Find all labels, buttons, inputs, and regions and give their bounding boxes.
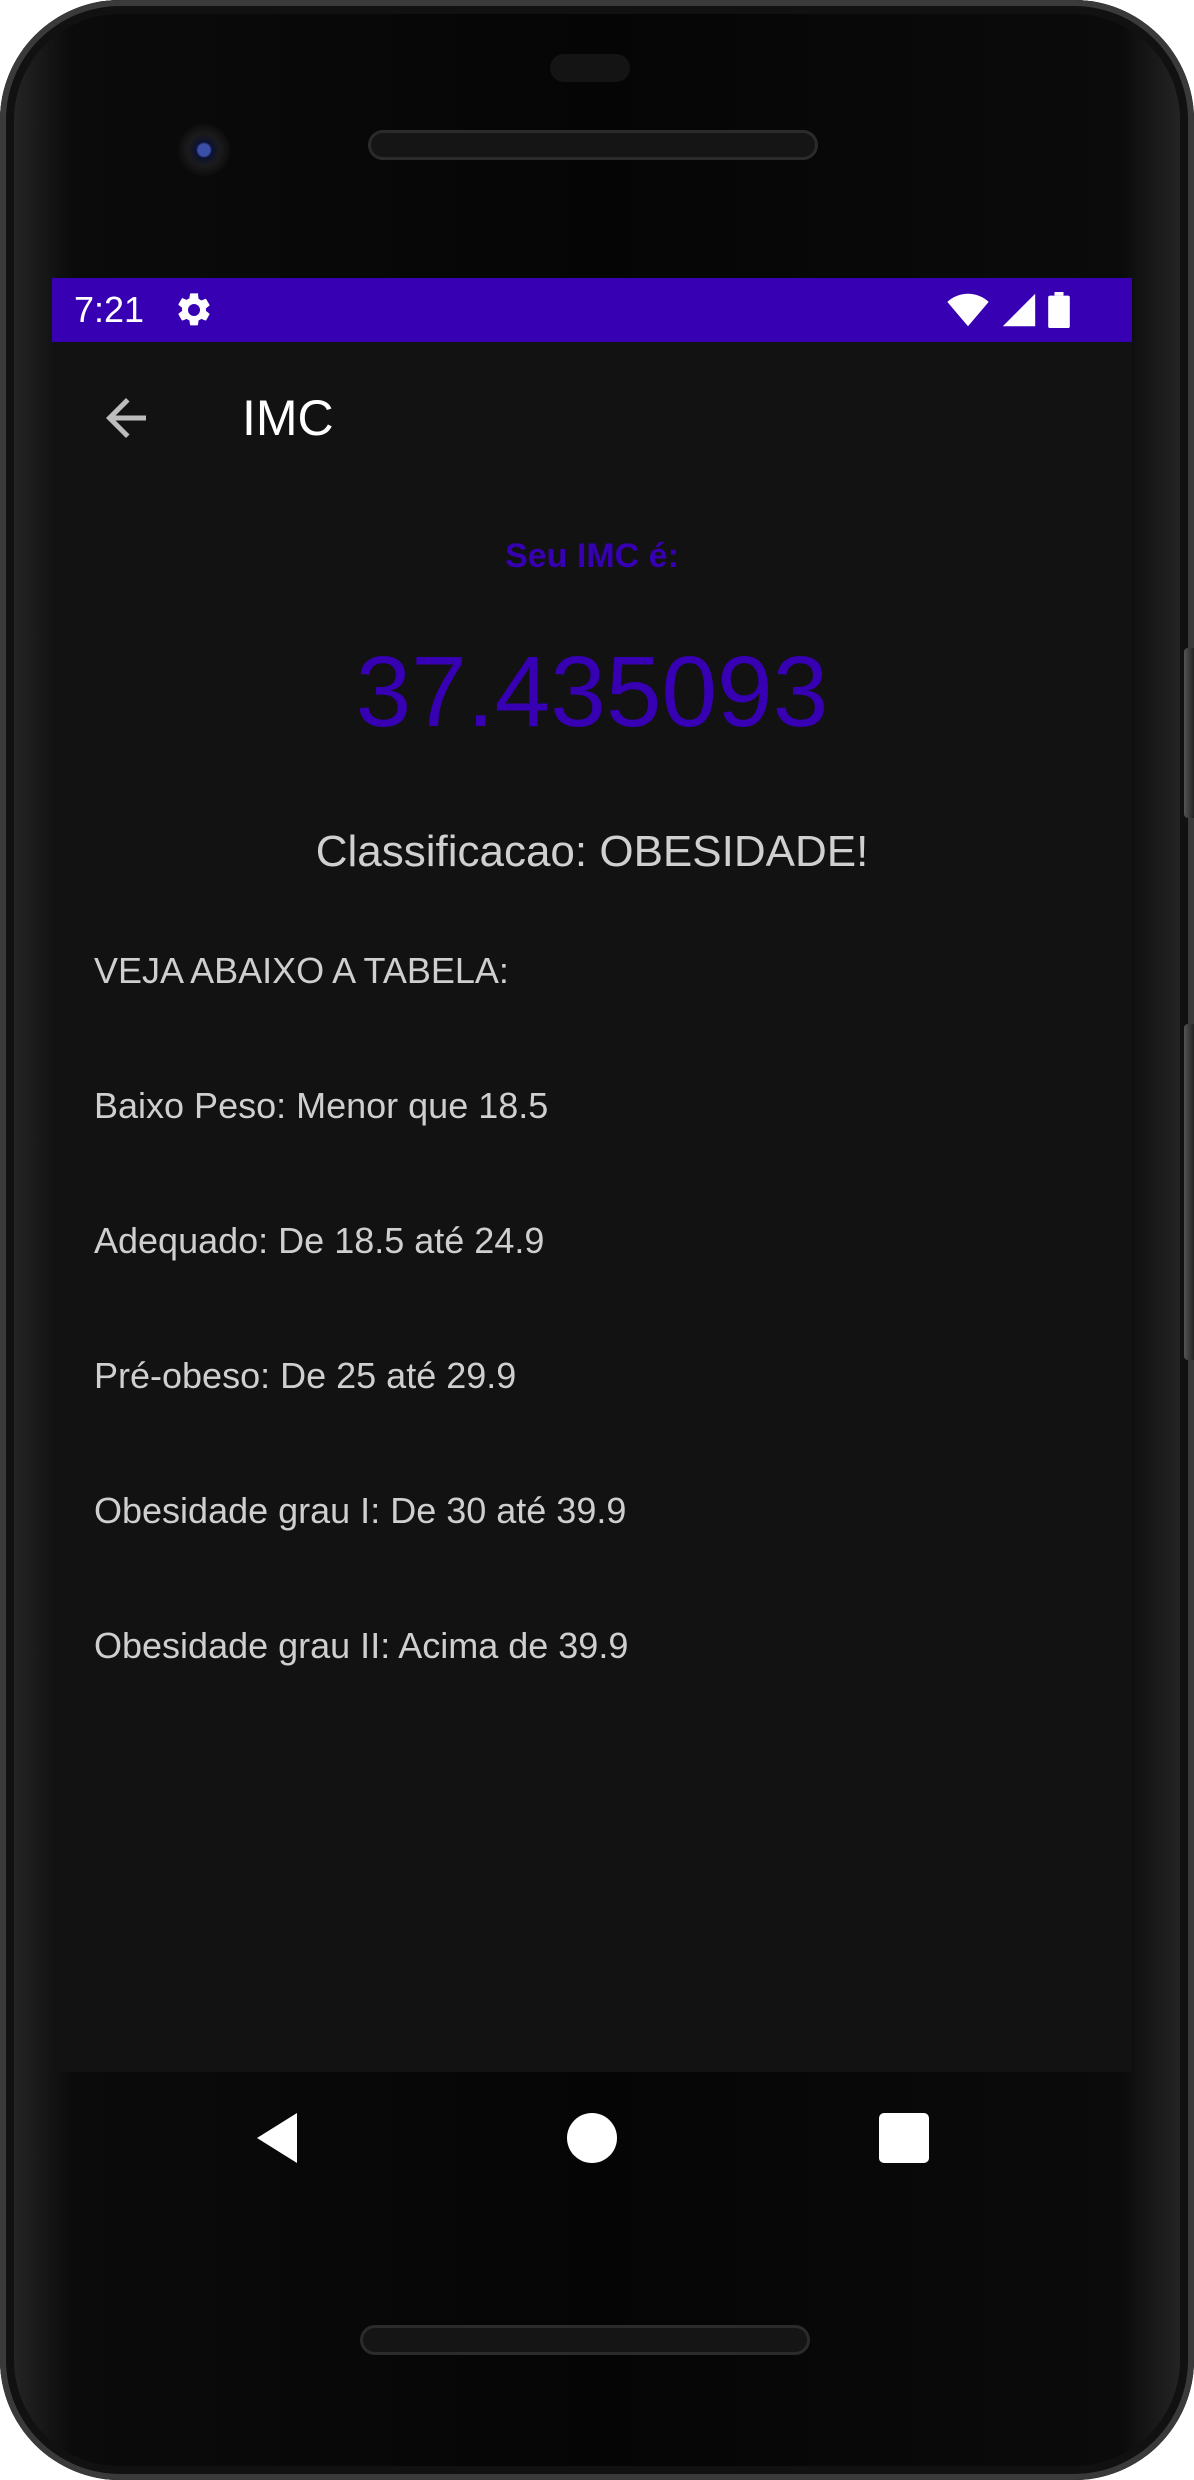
gear-icon xyxy=(178,293,210,326)
table-row: Obesidade grau I: De 30 até 39.9 xyxy=(94,1490,627,1531)
table-row: Obesidade grau II: Acima de 39.9 xyxy=(94,1625,629,1666)
app-title: IMC xyxy=(242,390,334,446)
home-circle-icon[interactable] xyxy=(562,2108,622,2168)
signal-icon xyxy=(1002,293,1036,327)
wifi-icon xyxy=(947,293,989,327)
battery-icon xyxy=(1048,292,1070,328)
front-camera xyxy=(178,124,230,176)
earpiece-speaker xyxy=(368,130,818,160)
table-heading: VEJA ABAIXO A TABELA: xyxy=(94,950,509,991)
status-time: 7:21 xyxy=(74,289,145,330)
screen: 7:21 IMC Seu IMC é: 37.435093 Classifica… xyxy=(52,278,1132,2072)
table-row: Baixo Peso: Menor que 18.5 xyxy=(94,1085,549,1126)
app-bar: IMC xyxy=(52,342,1132,492)
bottom-speaker xyxy=(360,2325,810,2355)
power-button xyxy=(1184,1024,1194,1360)
back-triangle-icon[interactable] xyxy=(252,2108,312,2168)
phone-frame: 7:21 IMC Seu IMC é: 37.435093 Classifica… xyxy=(0,0,1194,2480)
imc-value: 37.435093 xyxy=(355,636,829,748)
volume-button xyxy=(1184,648,1194,818)
sensor-slot xyxy=(550,54,630,82)
status-icons xyxy=(946,290,1070,330)
navigation-bar xyxy=(52,2072,1132,2204)
back-arrow-icon[interactable] xyxy=(96,388,156,448)
table-row: Adequado: De 18.5 até 24.9 xyxy=(94,1220,545,1261)
table-row: Pré-obeso: De 25 até 29.9 xyxy=(94,1355,517,1396)
recents-square-icon[interactable] xyxy=(874,2108,934,2168)
classification-text: Classificacao: OBESIDADE! xyxy=(315,827,869,876)
imc-label: Seu IMC é: xyxy=(505,537,679,575)
status-bar: 7:21 xyxy=(52,278,1132,342)
